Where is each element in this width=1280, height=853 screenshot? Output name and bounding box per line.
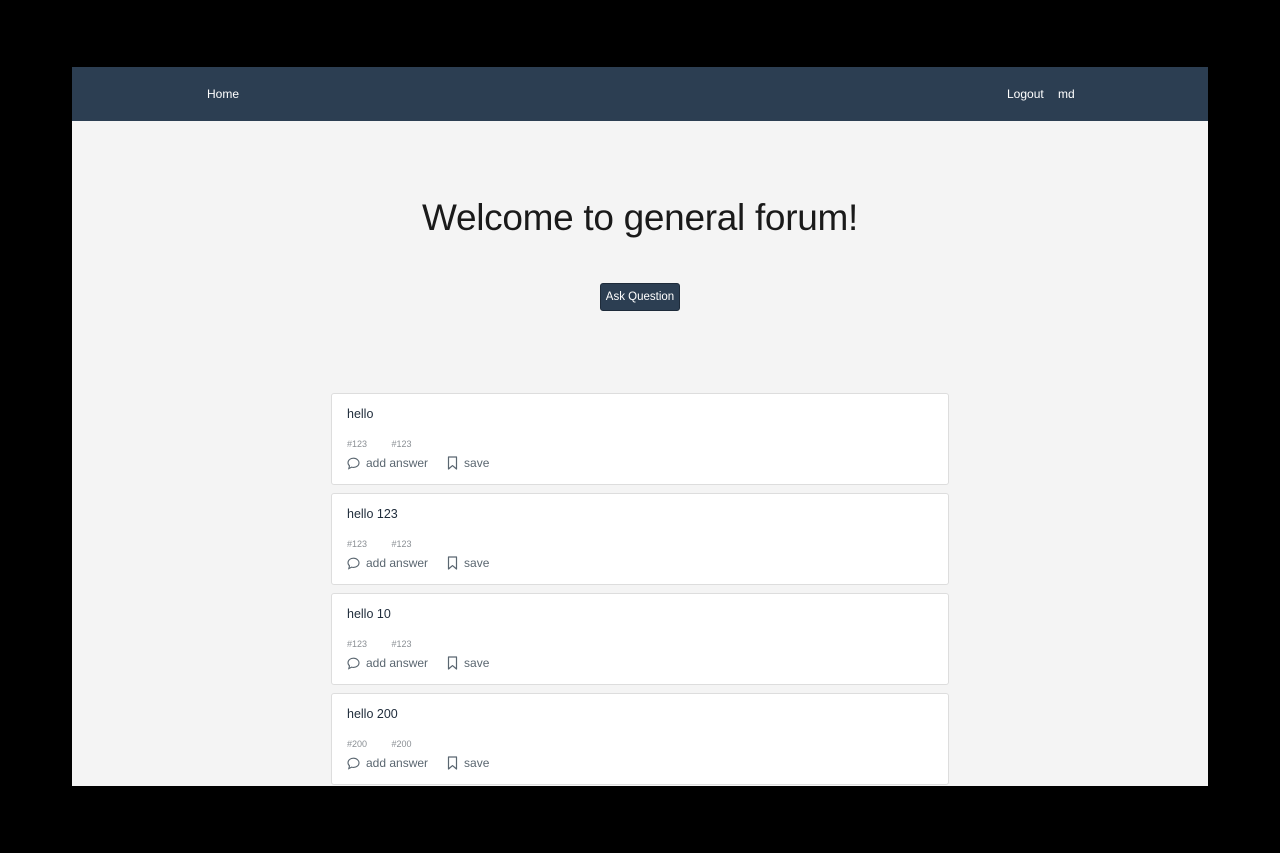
question-title[interactable]: hello bbox=[347, 407, 373, 421]
question-tag[interactable]: #123 bbox=[347, 539, 367, 549]
question-tags: #123 #123 bbox=[347, 634, 432, 652]
question-actions: add answer save bbox=[347, 655, 508, 671]
add-answer-label: add answer bbox=[366, 456, 429, 470]
add-answer-button[interactable]: add answer bbox=[347, 556, 428, 570]
question-title[interactable]: hello 200 bbox=[347, 707, 398, 721]
save-label: save bbox=[464, 656, 490, 670]
question-tag[interactable]: #123 bbox=[347, 439, 367, 449]
question-tag[interactable]: #200 bbox=[391, 739, 411, 749]
question-card[interactable]: hello 200 #200 #200 add answer save bbox=[331, 693, 949, 785]
bookmark-icon bbox=[447, 456, 458, 470]
bookmark-icon bbox=[447, 556, 458, 570]
nav-logout-link[interactable]: Logout bbox=[1007, 67, 1044, 121]
bookmark-icon bbox=[447, 656, 458, 670]
speech-bubble-icon bbox=[347, 757, 360, 770]
speech-bubble-icon bbox=[347, 457, 360, 470]
save-label: save bbox=[464, 756, 490, 770]
save-label: save bbox=[464, 556, 490, 570]
question-tag[interactable]: #123 bbox=[391, 539, 411, 549]
save-button[interactable]: save bbox=[447, 756, 489, 770]
add-answer-label: add answer bbox=[366, 656, 429, 670]
ask-question-button[interactable]: Ask Question bbox=[600, 283, 680, 311]
add-answer-button[interactable]: add answer bbox=[347, 756, 428, 770]
page-title: Welcome to general forum! bbox=[421, 197, 858, 238]
nav-user-link[interactable]: md bbox=[1058, 67, 1075, 121]
question-tag[interactable]: #123 bbox=[391, 639, 411, 649]
question-actions: add answer save bbox=[347, 555, 508, 571]
add-answer-label: add answer bbox=[366, 756, 429, 770]
question-tags: #123 #123 bbox=[347, 434, 432, 452]
question-tags: #123 #123 bbox=[347, 534, 432, 552]
browser-viewport: Home Logout md Welcome to general forum!… bbox=[72, 67, 1208, 786]
question-title[interactable]: hello 123 bbox=[347, 507, 398, 521]
question-actions: add answer save bbox=[347, 455, 508, 471]
question-title[interactable]: hello 10 bbox=[347, 607, 391, 621]
save-button[interactable]: save bbox=[447, 656, 489, 670]
add-answer-button[interactable]: add answer bbox=[347, 456, 428, 470]
question-tag[interactable]: #123 bbox=[347, 639, 367, 649]
question-list: hello #123 #123 add answer save hello 12… bbox=[331, 393, 949, 786]
speech-bubble-icon bbox=[347, 657, 360, 670]
navbar: Home Logout md bbox=[72, 67, 1208, 121]
add-answer-button[interactable]: add answer bbox=[347, 656, 428, 670]
question-card[interactable]: hello #123 #123 add answer save bbox=[331, 393, 949, 485]
speech-bubble-icon bbox=[347, 557, 360, 570]
save-button[interactable]: save bbox=[447, 456, 489, 470]
question-tag[interactable]: #200 bbox=[347, 739, 367, 749]
question-actions: add answer save bbox=[347, 755, 508, 771]
question-card[interactable]: hello 123 #123 #123 add answer save bbox=[331, 493, 949, 585]
save-button[interactable]: save bbox=[447, 556, 489, 570]
question-tags: #200 #200 bbox=[347, 734, 432, 752]
bookmark-icon bbox=[447, 756, 458, 770]
question-tag[interactable]: #123 bbox=[391, 439, 411, 449]
question-card[interactable]: hello 10 #123 #123 add answer save bbox=[331, 593, 949, 685]
save-label: save bbox=[464, 456, 490, 470]
add-answer-label: add answer bbox=[366, 556, 429, 570]
nav-home-link[interactable]: Home bbox=[207, 67, 239, 121]
